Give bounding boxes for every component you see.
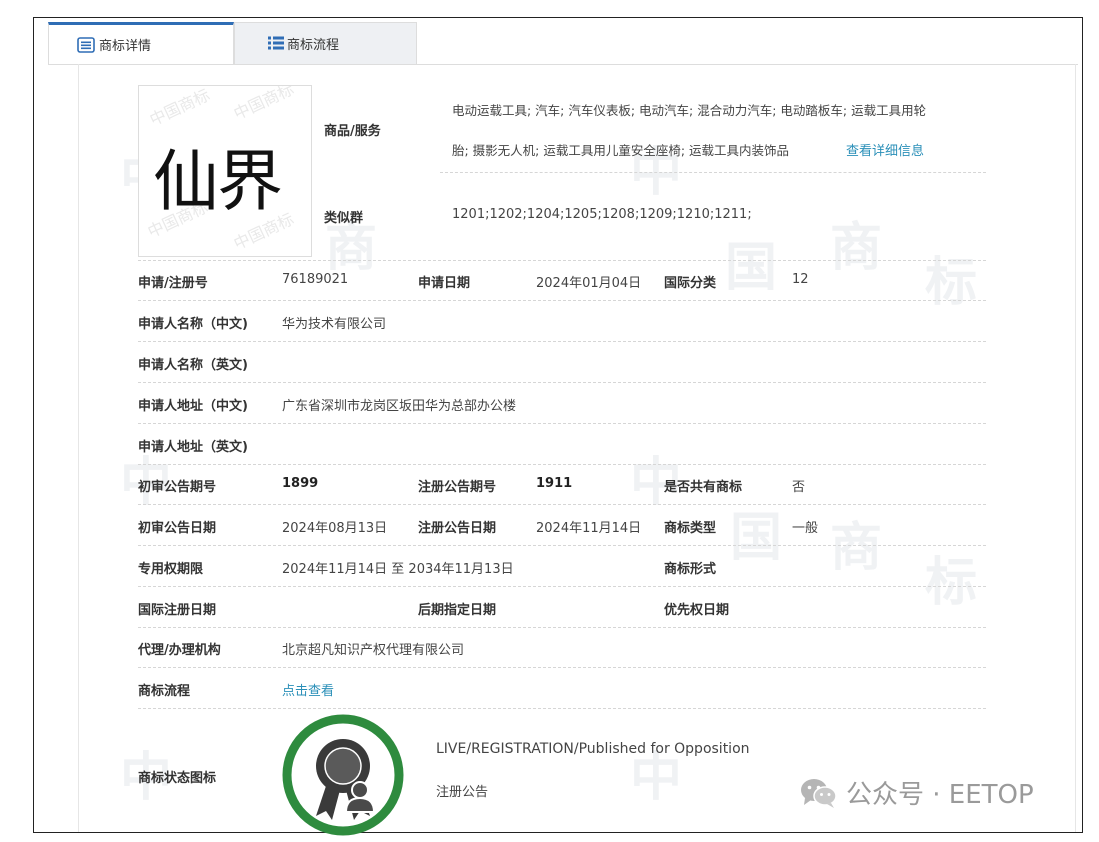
process-view-link[interactable]: 点击查看: [282, 680, 334, 699]
divider: [138, 300, 986, 301]
tab-bar: 商标详情 商标流程: [48, 22, 1078, 64]
divider: [138, 341, 986, 342]
goods-line-1: 电动运载工具; 汽车; 汽车仪表板; 电动汽车; 混合动力汽车; 电动踏板车; …: [452, 103, 927, 118]
goods-label: 商品/服务: [324, 124, 381, 139]
agent-value: 北京超凡知识产权代理有限公司: [282, 643, 465, 658]
address-cn-value: 广东省深圳市龙岗区坂田华为总部办公楼: [282, 399, 517, 414]
view-details-link[interactable]: 查看详细信息: [846, 140, 924, 159]
prelim-no-value: 1899: [282, 476, 319, 491]
divider: [138, 627, 986, 628]
intl-reg-date-label: 国际注册日期: [138, 603, 217, 618]
reg-notice-date-value: 2024年11月14日: [536, 521, 642, 536]
divider: [138, 667, 986, 668]
applicant-cn-label: 申请人名称（中文): [138, 317, 248, 332]
tab-label: 商标流程: [287, 38, 340, 53]
intl-class-value: 12: [792, 272, 809, 287]
tab-label: 商标详情: [99, 39, 152, 54]
divider: [138, 423, 986, 424]
trademark-image: 中国商标 中国商标 中国商标 中国商标 仙界: [138, 85, 312, 257]
prelim-date-value: 2024年08月13日: [282, 521, 388, 536]
later-date-label: 后期指定日期: [418, 603, 497, 618]
prelim-no-label: 初审公告期号: [138, 480, 217, 495]
mark-type-label: 商标类型: [664, 521, 717, 536]
document-list-icon: [77, 37, 95, 53]
goods-line-2: 胎; 摄影无人机; 运载工具用儿童安全座椅; 运载工具内装饰品: [452, 143, 790, 158]
tab-trademark-details[interactable]: 商标详情: [48, 22, 234, 64]
divider: [138, 382, 986, 383]
divider: [138, 545, 986, 546]
reg-no-value: 76189021: [282, 272, 349, 287]
agent-label: 代理/办理机构: [138, 643, 221, 658]
app-date-value: 2024年01月04日: [536, 276, 642, 291]
mark-type-value: 一般: [792, 521, 819, 536]
exclusive-period-value: 2024年11月14日 至 2034年11月13日: [282, 562, 514, 577]
divider: [138, 708, 986, 709]
intl-class-label: 国际分类: [664, 276, 717, 291]
status-cn: 注册公告: [436, 785, 489, 800]
mark-form-label: 商标形式: [664, 562, 717, 577]
wechat-text: 公众号 · EETOP: [846, 780, 1034, 810]
tab-trademark-process[interactable]: 商标流程: [234, 22, 417, 64]
applicant-cn-value: 华为技术有限公司: [282, 317, 387, 332]
reg-no-label: 申请/注册号: [138, 276, 208, 291]
address-cn-label: 申请人地址（中文): [138, 399, 248, 414]
shared-mark-label: 是否共有商标: [664, 480, 743, 495]
status-en: LIVE/REGISTRATION/Published for Oppositi…: [436, 741, 750, 757]
exclusive-period-label: 专用权期限: [138, 562, 204, 577]
wechat-icon: [801, 778, 837, 808]
shared-mark-value: 否: [792, 480, 806, 495]
app-date-label: 申请日期: [418, 276, 471, 291]
similar-group-value: 1201;1202;1204;1205;1208;1209;1210;1211;: [452, 207, 752, 222]
divider: [138, 504, 986, 505]
prelim-date-label: 初审公告日期: [138, 521, 217, 536]
divider: [440, 172, 986, 173]
priority-date-label: 优先权日期: [664, 603, 730, 618]
similar-group-label: 类似群: [324, 211, 364, 226]
divider: [138, 260, 986, 261]
wechat-watermark: 公众号 · EETOP: [800, 774, 1034, 811]
divider: [138, 464, 986, 465]
applicant-en-label: 申请人名称（英文): [138, 358, 248, 373]
reg-notice-date-label: 注册公告日期: [418, 521, 497, 536]
list-icon: [268, 36, 284, 50]
divider: [138, 586, 986, 587]
reg-notice-no-value: 1911: [536, 476, 573, 491]
address-en-label: 申请人地址（英文): [138, 440, 248, 455]
status-icon-label: 商标状态图标: [138, 771, 217, 786]
process-label: 商标流程: [138, 684, 191, 699]
trademark-text: 仙界: [153, 143, 283, 220]
reg-notice-no-label: 注册公告期号: [418, 480, 497, 495]
registration-status-badge-icon: [282, 714, 404, 836]
